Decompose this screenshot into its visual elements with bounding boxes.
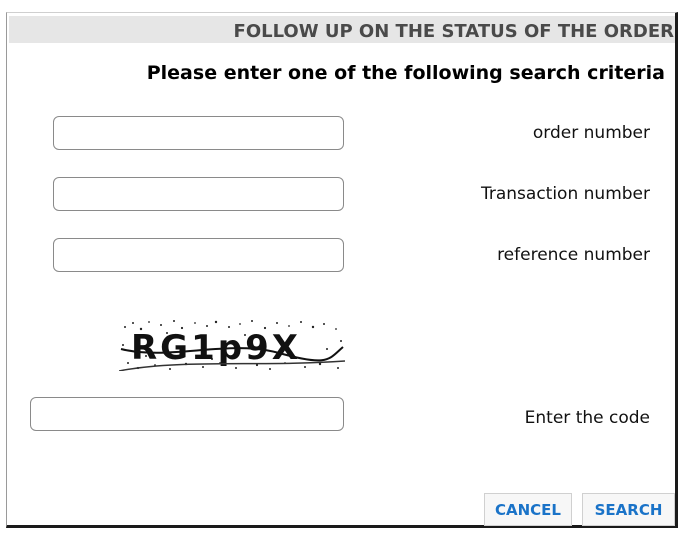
transaction-number-input[interactable] <box>53 177 344 211</box>
reference-number-input[interactable] <box>53 238 344 272</box>
captcha-code-input[interactable] <box>30 397 344 431</box>
search-criteria-heading: Please enter one of the following search… <box>146 62 665 84</box>
cancel-button[interactable]: CANCEL <box>484 493 572 526</box>
dialog-title: FOLLOW UP ON THE STATUS OF THE ORDER <box>233 21 674 42</box>
transaction-number-label: Transaction number <box>480 184 650 204</box>
order-number-label: order number <box>532 123 650 143</box>
title-bar: FOLLOW UP ON THE STATUS OF THE ORDER <box>9 16 675 43</box>
captcha-text: RG1p9X <box>131 328 301 368</box>
reference-number-label: reference number <box>497 245 650 265</box>
search-button[interactable]: SEARCH <box>582 493 675 526</box>
order-number-input[interactable] <box>53 116 344 150</box>
order-status-dialog: FOLLOW UP ON THE STATUS OF THE ORDER Ple… <box>6 12 678 528</box>
captcha-code-label: Enter the code <box>524 408 650 428</box>
captcha-image: RG1p9X <box>119 319 345 371</box>
